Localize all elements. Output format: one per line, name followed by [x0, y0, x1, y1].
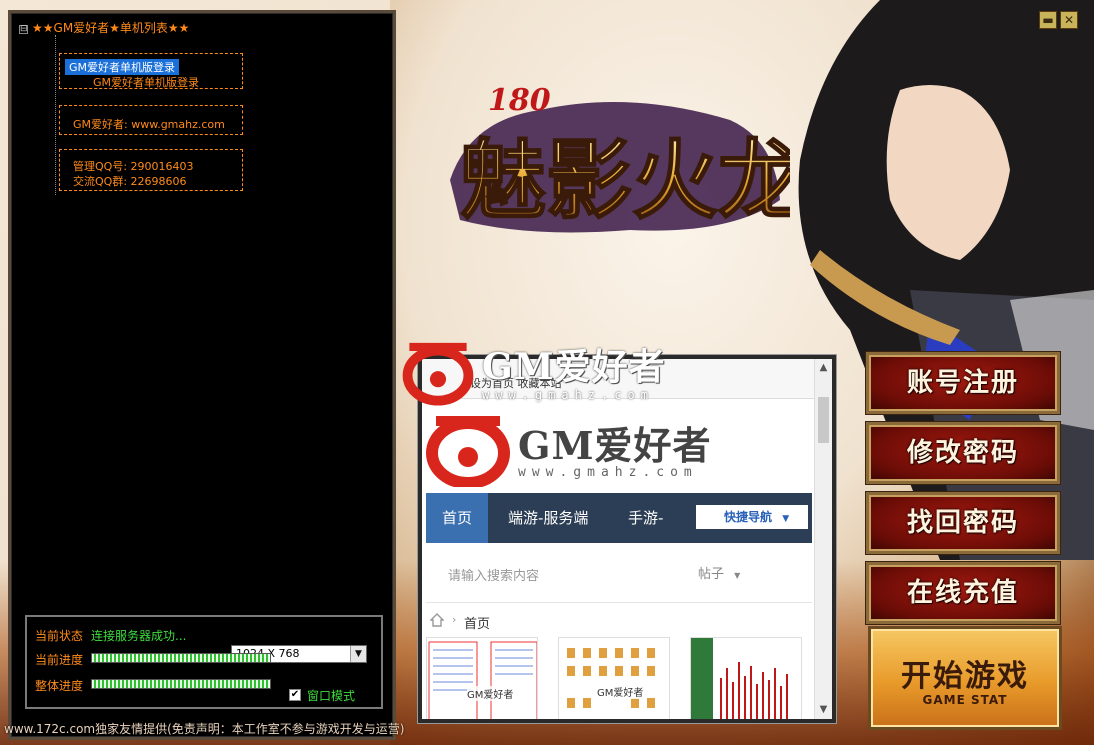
thumbnail-stripes-image [691, 638, 801, 719]
server-item-website[interactable]: GM爱好者: www.gmahz.com [73, 116, 225, 132]
logo-title: 魅影火龙 [460, 130, 790, 231]
scroll-thumb[interactable] [818, 397, 829, 443]
server-tree-root[interactable]: ⊟ ★★GM爱好者★单机列表★★ [19, 19, 189, 36]
thumbnail-1[interactable]: GM爱好者 [426, 637, 538, 719]
chevron-down-icon: ▼ [782, 514, 790, 524]
server-item-login-2[interactable]: GM爱好者单机版登录 [93, 74, 199, 90]
site-url: www.gmahz.com [518, 465, 698, 480]
recover-password-button[interactable]: 找回密码 [866, 492, 1060, 554]
tree-connector [55, 35, 56, 195]
thumbnail-logo-text: GM爱好者 [467, 686, 514, 701]
footer-watermark: www.172c.com独家友情提供(免责声明：本工作室不参与游戏开发与运营) [4, 722, 405, 736]
news-browser: 设为首页 收藏本站 GM爱好者 www.gmahz.com 首页 端游-服务端 … [418, 355, 836, 723]
site-nav: 首页 端游-服务端 手游- 快捷导航 ▼ [426, 493, 812, 543]
thumbnail-2[interactable]: GM爱好者 [558, 637, 670, 719]
check-icon: ✔ [290, 689, 300, 700]
overall-label: 整体进度 [35, 679, 84, 693]
server-tree-root-label: ★★GM爱好者★单机列表★★ [32, 21, 190, 35]
site-logo-icon [426, 416, 510, 489]
status-value: 连接服务器成功... [91, 629, 187, 643]
overall-progress-fill [92, 680, 270, 688]
recharge-button[interactable]: 在线充值 [866, 562, 1060, 624]
start-game-button[interactable]: 开始游戏 GAME STAT [868, 626, 1062, 730]
server-item-admin-qq[interactable]: 管理QQ号: 290016403 [73, 158, 194, 174]
logo-number: 180 [488, 83, 551, 118]
game-logo: 180 魅影火龙 [450, 83, 790, 233]
search-input[interactable]: 请输入搜索内容 [448, 565, 539, 584]
server-item-login-1[interactable]: GM爱好者单机版登录 [65, 59, 180, 75]
browser-scrollbar[interactable]: ▲ ▼ [814, 359, 832, 719]
current-progress-bar [91, 653, 271, 663]
thumbnail-logo-text: GM爱好者 [597, 684, 644, 699]
change-password-button[interactable]: 修改密码 [866, 422, 1060, 484]
scroll-down-icon[interactable]: ▼ [815, 701, 832, 719]
window-mode-label[interactable]: 窗口模式 [307, 687, 355, 704]
launcher-window: 180 魅影火龙 ▬ ✕ ⊟ ★★GM爱好者★单机列表★★ GM爱好者单机版登录 … [0, 0, 1094, 745]
server-item-group-qq[interactable]: 交流QQ群: 22698606 [73, 173, 187, 189]
status-panel: 当前状态 连接服务器成功... 1024 X 768 ▼ 当前进度 整体进度 ✔… [25, 615, 383, 709]
close-button[interactable]: ✕ [1060, 11, 1078, 29]
search-type-select[interactable]: 帖子 ▼ [698, 563, 740, 582]
search-row: 请输入搜索内容 帖子 ▼ [426, 543, 812, 603]
thumbnail-3[interactable] [690, 637, 802, 719]
minimize-icon: ▬ [1042, 13, 1054, 27]
collapse-icon[interactable]: ⊟ [19, 25, 28, 34]
overall-progress-bar [91, 679, 271, 689]
progress-label: 当前进度 [35, 653, 84, 667]
register-button[interactable]: 账号注册 [866, 352, 1060, 414]
breadcrumb-home[interactable]: 首页 [464, 613, 490, 632]
chevron-right-icon: › [452, 613, 457, 626]
scroll-up-icon[interactable]: ▲ [815, 359, 832, 377]
browser-top-bar: 设为首页 收藏本站 [422, 359, 816, 399]
window-mode-checkbox[interactable]: ✔ [289, 689, 301, 701]
quick-nav-label: 快捷导航 [724, 510, 773, 524]
thumbnail-items-image [559, 638, 669, 719]
close-icon: ✕ [1063, 13, 1075, 27]
chevron-down-icon: ▼ [734, 571, 741, 580]
nav-mobile-games[interactable]: 手游- [628, 493, 663, 543]
start-game-title: 开始游戏 [901, 659, 1029, 694]
search-type-label: 帖子 [698, 567, 725, 582]
set-homepage-link[interactable]: 设为首页 收藏本站 [470, 375, 562, 391]
home-icon[interactable] [430, 613, 444, 627]
minimize-button[interactable]: ▬ [1039, 11, 1057, 29]
breadcrumb: › 首页 [426, 607, 812, 637]
quick-nav-button[interactable]: 快捷导航 ▼ [696, 505, 808, 529]
nav-pc-games[interactable]: 端游-服务端 [508, 493, 588, 543]
server-list-panel: ⊟ ★★GM爱好者★单机列表★★ GM爱好者单机版登录 GM爱好者单机版登录 GM… [8, 10, 396, 740]
site-name: GM爱好者 [518, 423, 712, 468]
thumbnail-table-image [427, 638, 537, 719]
start-game-subtitle: GAME STAT [922, 693, 1008, 707]
current-progress-fill [92, 654, 270, 662]
status-label: 当前状态 [35, 629, 84, 643]
thumbnail-row: GM爱好者 GM爱好者 [426, 637, 812, 719]
chevron-down-icon[interactable]: ▼ [350, 646, 366, 662]
nav-home[interactable]: 首页 [426, 493, 489, 543]
site-logo[interactable]: GM爱好者 www.gmahz.com [426, 411, 726, 489]
